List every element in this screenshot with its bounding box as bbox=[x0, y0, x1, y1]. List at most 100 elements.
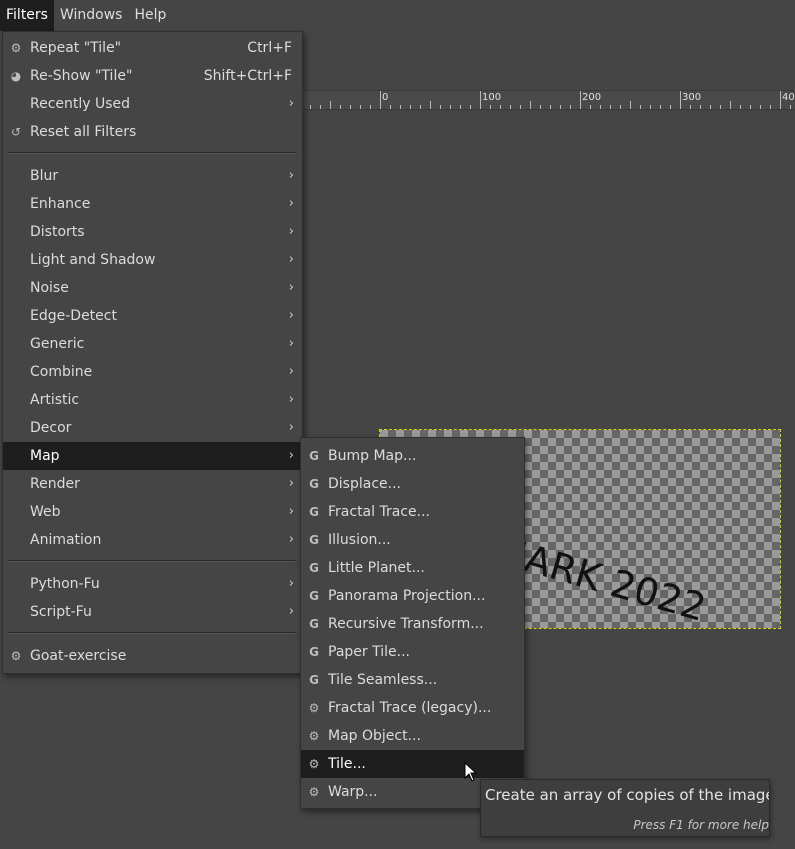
menu-item-label: Map Object... bbox=[328, 728, 421, 744]
submenu-item-illusion[interactable]: G Illusion... bbox=[301, 526, 524, 554]
chevron-right-icon: › bbox=[288, 168, 294, 183]
menu-item-reshow-filter[interactable]: ◕ Re-Show "Tile" Shift+Ctrl+F bbox=[3, 62, 302, 90]
menu-item-distorts[interactable]: Distorts › bbox=[3, 218, 302, 246]
menu-item-label: Blur bbox=[30, 168, 59, 184]
submenu-item-fractal-trace[interactable]: G Fractal Trace... bbox=[301, 498, 524, 526]
submenu-item-recursive-transform[interactable]: G Recursive Transform... bbox=[301, 610, 524, 638]
menu-item-label: Fractal Trace... bbox=[328, 504, 430, 520]
ruler-tick bbox=[440, 105, 441, 109]
gegl-icon: G bbox=[309, 449, 319, 463]
ruler-tick bbox=[330, 101, 331, 109]
submenu-item-panorama-projection[interactable]: G Panorama Projection... bbox=[301, 582, 524, 610]
menu-item-blur[interactable]: Blur › bbox=[3, 162, 302, 190]
submenu-item-little-planet[interactable]: G Little Planet... bbox=[301, 554, 524, 582]
gegl-icon: G bbox=[309, 477, 319, 491]
ruler-tick bbox=[530, 101, 531, 109]
ruler-label: 100 bbox=[482, 92, 502, 103]
ruler-tick bbox=[780, 91, 781, 109]
gegl-icon: G bbox=[309, 561, 319, 575]
submenu-item-paper-tile[interactable]: G Paper Tile... bbox=[301, 638, 524, 666]
menu-item-python-fu[interactable]: Python-Fu › bbox=[3, 570, 302, 598]
submenu-item-tile[interactable]: ⚙ Tile... bbox=[301, 750, 524, 778]
ruler-tick bbox=[340, 105, 341, 109]
horizontal-ruler[interactable]: 0 100 200 300 40 bbox=[300, 90, 795, 110]
menu-item-combine[interactable]: Combine › bbox=[3, 358, 302, 386]
menu-item-decor[interactable]: Decor › bbox=[3, 414, 302, 442]
ruler-label: 0 bbox=[382, 92, 389, 103]
submenu-item-displace[interactable]: G Displace... bbox=[301, 470, 524, 498]
menu-item-label: Recently Used bbox=[30, 96, 131, 112]
ruler-tick bbox=[460, 105, 461, 109]
menu-item-label: Script-Fu bbox=[30, 604, 92, 620]
menu-item-generic[interactable]: Generic › bbox=[3, 330, 302, 358]
menu-item-repeat-filter[interactable]: ⚙ Repeat "Tile" Ctrl+F bbox=[3, 34, 302, 62]
gegl-icon: G bbox=[309, 617, 319, 631]
chevron-right-icon: › bbox=[288, 420, 294, 435]
menu-item-label: Fractal Trace (legacy)... bbox=[328, 700, 492, 716]
chevron-right-icon: › bbox=[288, 196, 294, 211]
menu-item-reset-filters[interactable]: ↺ Reset all Filters bbox=[3, 118, 302, 146]
ruler-tick bbox=[670, 105, 671, 109]
menu-item-enhance[interactable]: Enhance › bbox=[3, 190, 302, 218]
menu-item-label: Bump Map... bbox=[328, 448, 417, 464]
menu-item-label: Generic bbox=[30, 336, 85, 352]
reset-icon: ↺ bbox=[10, 125, 22, 139]
menu-item-label: Web bbox=[30, 504, 61, 520]
filters-menu: ⚙ Repeat "Tile" Ctrl+F ◕ Re-Show "Tile" … bbox=[2, 31, 303, 674]
menu-item-recently-used[interactable]: Recently Used › bbox=[3, 90, 302, 118]
ruler-tick bbox=[740, 105, 741, 109]
submenu-item-tile-seamless[interactable]: G Tile Seamless... bbox=[301, 666, 524, 694]
menu-item-label: Illusion... bbox=[328, 532, 391, 548]
menu-item-artistic[interactable]: Artistic › bbox=[3, 386, 302, 414]
menu-item-label: Combine bbox=[30, 364, 93, 380]
menu-item-script-fu[interactable]: Script-Fu › bbox=[3, 598, 302, 626]
menu-item-label: Re-Show "Tile" bbox=[30, 68, 133, 84]
ruler-tick bbox=[590, 105, 591, 109]
submenu-item-fractal-trace-legacy[interactable]: ⚙ Fractal Trace (legacy)... bbox=[301, 694, 524, 722]
menu-item-label: Tile Seamless... bbox=[328, 672, 438, 688]
chevron-right-icon: › bbox=[288, 504, 294, 519]
shortcut-label: Ctrl+F bbox=[247, 40, 292, 56]
menu-item-web[interactable]: Web › bbox=[3, 498, 302, 526]
menu-filters[interactable]: Filters bbox=[0, 0, 54, 31]
chevron-right-icon: › bbox=[288, 224, 294, 239]
ruler-tick bbox=[360, 105, 361, 109]
menu-item-noise[interactable]: Noise › bbox=[3, 274, 302, 302]
menu-item-label: Reset all Filters bbox=[30, 124, 137, 140]
menu-item-label: Artistic bbox=[30, 392, 80, 408]
chevron-right-icon: › bbox=[288, 308, 294, 323]
ruler-label: 200 bbox=[582, 92, 602, 103]
submenu-item-map-object[interactable]: ⚙ Map Object... bbox=[301, 722, 524, 750]
gegl-icon: G bbox=[309, 673, 319, 687]
menu-separator bbox=[8, 632, 297, 634]
menu-item-light-and-shadow[interactable]: Light and Shadow › bbox=[3, 246, 302, 274]
menu-item-label: Map bbox=[30, 448, 60, 464]
ruler-tick bbox=[680, 91, 681, 109]
menu-item-label: Recursive Transform... bbox=[328, 616, 484, 632]
ruler-tick bbox=[630, 101, 631, 109]
menu-item-map[interactable]: Map › bbox=[3, 442, 302, 470]
ruler-tick bbox=[400, 105, 401, 109]
menu-item-label: Distorts bbox=[30, 224, 85, 240]
menu-item-label: Noise bbox=[30, 280, 69, 296]
menu-separator bbox=[8, 152, 297, 154]
ruler-tick bbox=[450, 105, 451, 109]
menu-item-edge-detect[interactable]: Edge-Detect › bbox=[3, 302, 302, 330]
chevron-right-icon: › bbox=[288, 336, 294, 351]
menu-windows[interactable]: Windows bbox=[54, 0, 129, 31]
menu-item-animation[interactable]: Animation › bbox=[3, 526, 302, 554]
menu-item-label: Little Planet... bbox=[328, 560, 425, 576]
submenu-item-bump-map[interactable]: G Bump Map... bbox=[301, 442, 524, 470]
ruler-tick bbox=[580, 91, 581, 109]
chevron-right-icon: › bbox=[288, 280, 294, 295]
menu-item-goat-exercise[interactable]: ⚙ Goat-exercise bbox=[3, 642, 302, 670]
ruler-tick bbox=[650, 105, 651, 109]
menu-item-label: Light and Shadow bbox=[30, 252, 156, 268]
ruler-tick bbox=[620, 105, 621, 109]
menu-item-label: Tile... bbox=[328, 756, 366, 772]
menu-item-label: Goat-exercise bbox=[30, 648, 127, 664]
menu-item-render[interactable]: Render › bbox=[3, 470, 302, 498]
menu-help[interactable]: Help bbox=[128, 0, 172, 31]
chevron-right-icon: › bbox=[288, 576, 294, 591]
chevron-right-icon: › bbox=[288, 532, 294, 547]
